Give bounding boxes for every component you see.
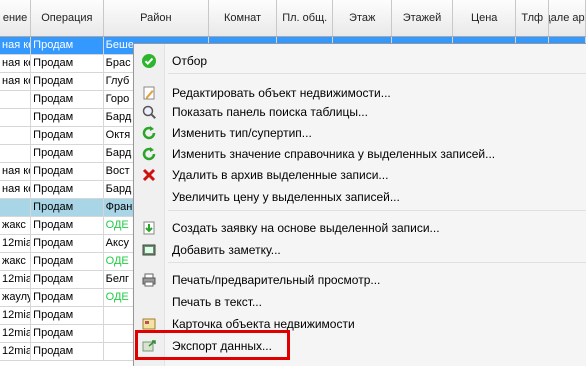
- menu-item-label: Печать/предварительный просмотр...: [172, 273, 381, 287]
- table-cell: Продам: [31, 325, 104, 343]
- menu-item-label: Добавить заметку...: [172, 243, 281, 257]
- menu-separator: [168, 210, 586, 211]
- menu-separator: [168, 262, 586, 263]
- menu-item[interactable]: Удалить в архив выделенные записи...: [134, 164, 586, 186]
- table-cell: Продам: [31, 307, 104, 325]
- table-cell: жаулу: [0, 289, 32, 307]
- export-highlight-box: [135, 330, 290, 360]
- table-cell: 12mias: [0, 235, 32, 253]
- menu-item-label: Показать панель поиска таблицы...: [172, 105, 368, 119]
- table-cell: Продам: [31, 271, 104, 289]
- green-check-icon: [134, 53, 164, 69]
- table-cell: Продам: [31, 37, 104, 55]
- table-cell: 12mias: [0, 325, 32, 343]
- col-header-operation[interactable]: Операция: [31, 0, 104, 36]
- table-cell: жакс: [0, 217, 32, 235]
- menu-item[interactable]: Создать заявку на основе выделенной запи…: [134, 217, 586, 239]
- table-cell: Продам: [31, 235, 104, 253]
- menu-item-label: Редактировать объект недвижимости...: [172, 86, 391, 100]
- note-icon: [134, 242, 164, 258]
- menu-item-label: Карточка объекта недвижимости: [172, 317, 355, 331]
- table-cell: Продам: [31, 163, 104, 181]
- menu-item-label: Изменить значение справочника у выделенн…: [172, 147, 496, 161]
- col-header-0[interactable]: ение: [0, 0, 32, 36]
- col-header-archive[interactable]: Удале архи: [549, 0, 586, 36]
- table-cell: Продам: [31, 289, 104, 307]
- table-cell: Продам: [31, 199, 104, 217]
- table-cell: ная ке: [0, 181, 32, 199]
- download-arrow-icon: [134, 220, 164, 236]
- col-header-phone[interactable]: Тлф: [516, 0, 550, 36]
- menu-item-label: Изменить тип/супертип...: [172, 126, 312, 140]
- printer-icon: [134, 272, 164, 288]
- table-cell: [0, 145, 32, 163]
- table-cell: Продам: [31, 145, 104, 163]
- green-refresh-icon: [134, 146, 164, 162]
- table-cell: 12mias: [0, 343, 32, 361]
- table-cell: Продам: [31, 55, 104, 73]
- table-cell: [0, 109, 32, 127]
- table-cell: ная ке: [0, 73, 32, 91]
- green-refresh-icon: [134, 125, 164, 141]
- table-cell: ная ке: [0, 55, 32, 73]
- table-cell: 12mias: [0, 271, 32, 289]
- table-cell: Продам: [31, 91, 104, 109]
- menu-item[interactable]: Увеличить цену у выделенных записей...: [134, 186, 586, 208]
- table-cell: Продам: [31, 343, 104, 361]
- col-header-floor[interactable]: Этаж: [333, 0, 392, 36]
- table-cell: ная ке: [0, 37, 32, 55]
- menu-item-label: Удалить в архив выделенные записи...: [172, 168, 389, 182]
- menu-item[interactable]: Добавить заметку...: [134, 239, 586, 261]
- edit-document-icon: [134, 85, 164, 101]
- table-cell: 12mias: [0, 307, 32, 325]
- red-x-icon: [134, 167, 164, 183]
- menu-item-label: Создать заявку на основе выделенной запи…: [172, 221, 440, 235]
- menu-item[interactable]: Изменить тип/супертип...: [134, 122, 586, 144]
- table-cell: Продам: [31, 181, 104, 199]
- menu-item[interactable]: Печать в текст...: [134, 291, 586, 313]
- menu-item[interactable]: Печать/предварительный просмотр...: [134, 269, 586, 291]
- menu-item-label: Отбор: [172, 54, 208, 68]
- table-cell: [0, 199, 32, 217]
- menu-item-label: Увеличить цену у выделенных записей...: [172, 190, 400, 204]
- col-header-district[interactable]: Район: [104, 0, 210, 36]
- table-cell: [0, 91, 32, 109]
- col-header-area[interactable]: Пл. общ.: [277, 0, 334, 36]
- col-header-price[interactable]: Цена: [453, 0, 517, 36]
- magnifier-icon: [134, 104, 164, 120]
- table-cell: Продам: [31, 109, 104, 127]
- table-cell: ная ке: [0, 163, 32, 181]
- col-header-floors[interactable]: Этажей: [392, 0, 454, 36]
- menu-item-label: Печать в текст...: [172, 295, 262, 309]
- context-menu: Отбор Редактировать объект недвижимости..…: [133, 43, 586, 366]
- menu-item[interactable]: Показать панель поиска таблицы...: [134, 101, 586, 123]
- table-cell: [0, 127, 32, 145]
- table-cell: Продам: [31, 217, 104, 235]
- table-cell: Продам: [31, 127, 104, 145]
- menu-item[interactable]: Отбор: [134, 50, 586, 72]
- menu-item[interactable]: Изменить значение справочника у выделенн…: [134, 143, 586, 165]
- col-header-rooms[interactable]: Комнат: [209, 0, 277, 36]
- table-cell: Продам: [31, 73, 104, 91]
- table-cell: жакс: [0, 253, 32, 271]
- menu-separator: [168, 73, 586, 74]
- table-cell: Продам: [31, 253, 104, 271]
- grid-header: ение Операция Район Комнат Пл. общ. Этаж…: [0, 0, 586, 37]
